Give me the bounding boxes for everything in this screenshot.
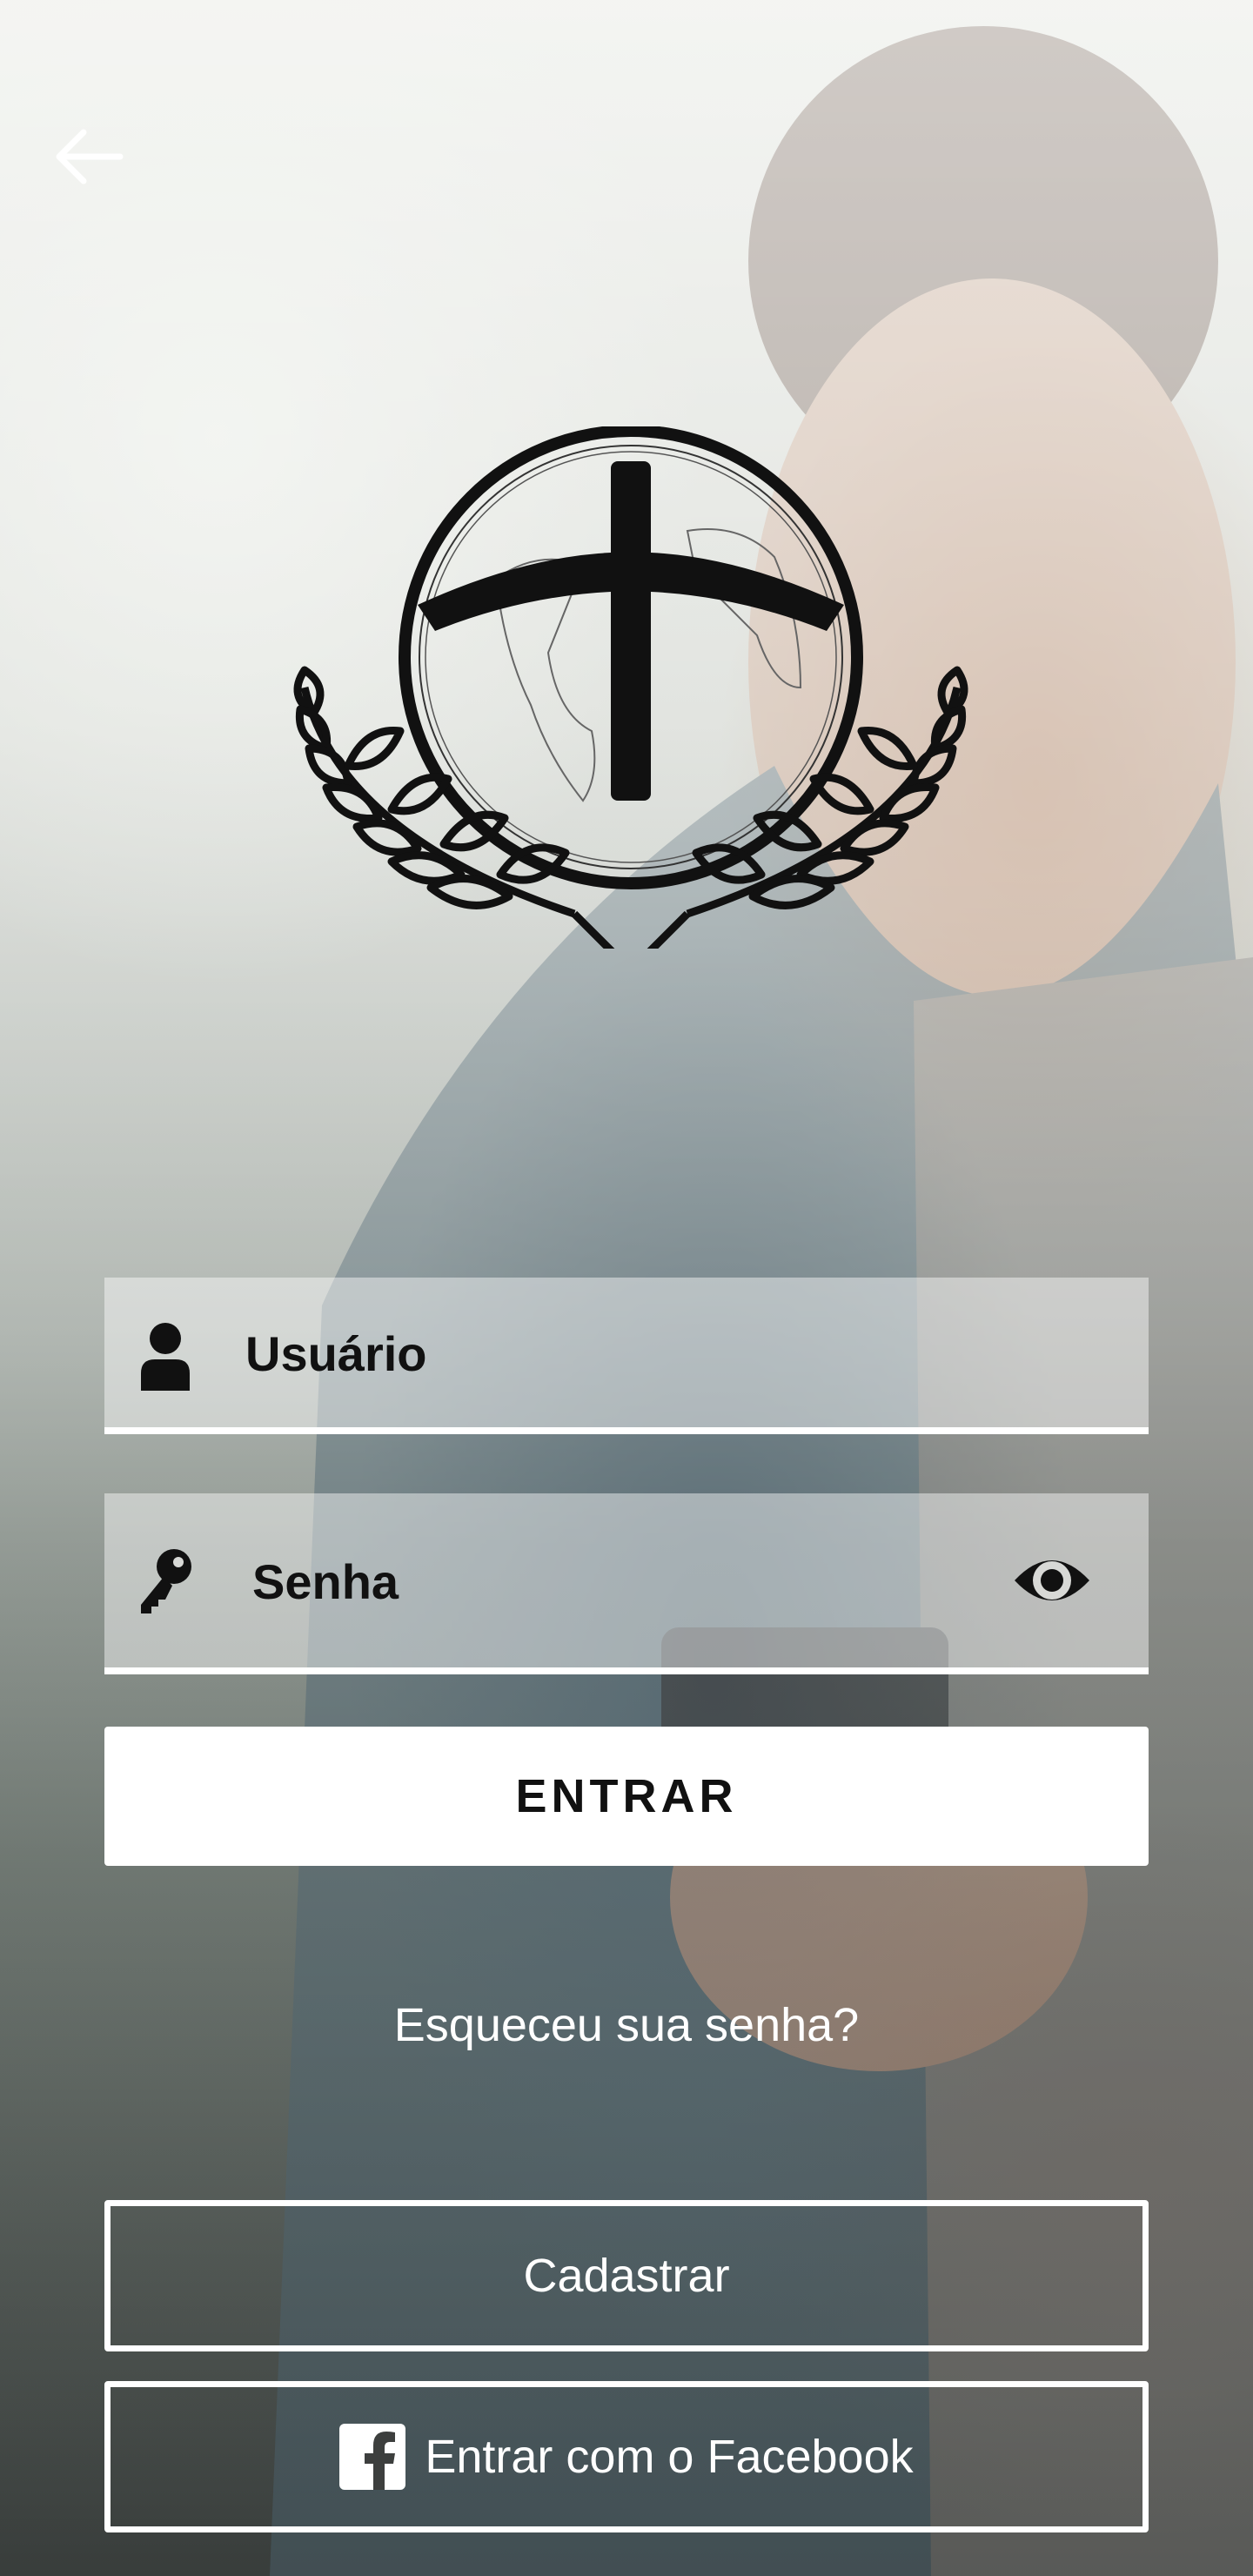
username-input[interactable] [244, 1278, 1030, 1429]
password-input[interactable] [251, 1493, 1037, 1669]
password-field[interactable] [104, 1493, 1149, 1674]
register-button-label: Cadastrar [523, 2250, 730, 2302]
cross-globe-laurel-icon [293, 426, 968, 949]
username-field[interactable] [104, 1278, 1149, 1434]
facebook-login-label: Entrar com o Facebook [425, 2431, 914, 2483]
key-icon [141, 1549, 191, 1613]
eye-icon[interactable] [1011, 1546, 1093, 1615]
facebook-login-button[interactable]: Entrar com o Facebook [104, 2381, 1149, 2532]
register-button[interactable]: Cadastrar [104, 2200, 1149, 2351]
arrow-left-icon [56, 129, 124, 184]
login-button[interactable]: ENTRAR [104, 1727, 1149, 1866]
back-button[interactable] [45, 113, 132, 200]
facebook-icon [339, 2424, 406, 2490]
forgot-password-link[interactable]: Esqueceu sua senha? [0, 1998, 1253, 2052]
user-icon [141, 1323, 190, 1391]
login-screen: ENTRAR Esqueceu sua senha? Cadastrar Ent… [0, 0, 1253, 2576]
